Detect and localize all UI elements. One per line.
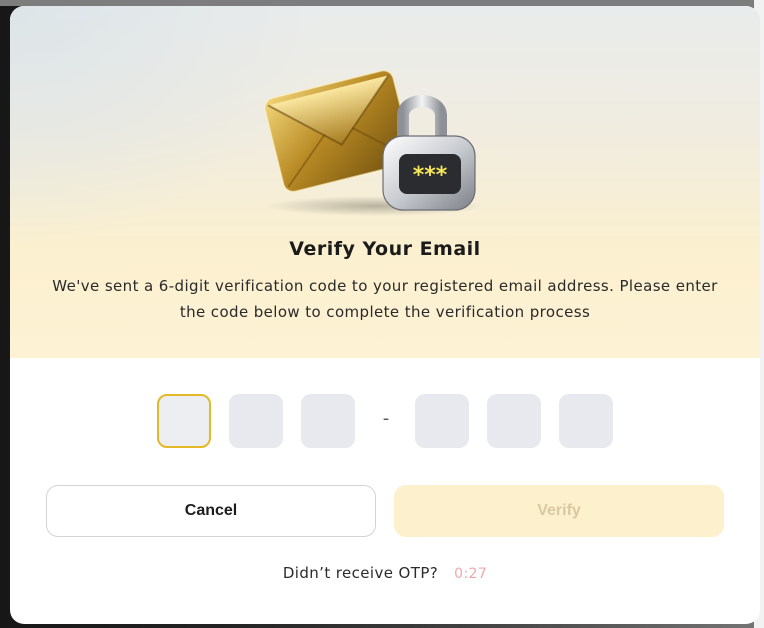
otp-separator: - xyxy=(382,408,390,429)
otp-digit-4[interactable] xyxy=(415,394,469,448)
otp-input-group: - xyxy=(157,394,617,448)
modal-hero: *** Verify Your Email We've sent a 6-dig… xyxy=(10,6,760,358)
resend-prompt: Didn’t receive OTP? xyxy=(282,564,439,582)
verify-email-modal: *** Verify Your Email We've sent a 6-dig… xyxy=(10,6,760,624)
verification-description: We've sent a 6-digit verification code t… xyxy=(52,277,718,321)
resend-timer: 0:27 xyxy=(454,566,488,582)
lock-code-display: *** xyxy=(413,163,448,188)
resend-otp-row: Didn’t receive OTP? 0:27 xyxy=(10,564,760,582)
envelope-lock-icon: *** xyxy=(255,54,495,224)
otp-digit-6[interactable] xyxy=(559,394,613,448)
otp-digit-5[interactable] xyxy=(487,394,541,448)
cancel-button[interactable]: Cancel xyxy=(46,485,376,537)
verify-button[interactable]: Verify xyxy=(394,485,724,537)
page-title: Verify Your Email xyxy=(289,238,481,260)
otp-digit-2[interactable] xyxy=(229,394,283,448)
otp-digit-3[interactable] xyxy=(301,394,355,448)
otp-digit-1[interactable] xyxy=(157,394,211,448)
